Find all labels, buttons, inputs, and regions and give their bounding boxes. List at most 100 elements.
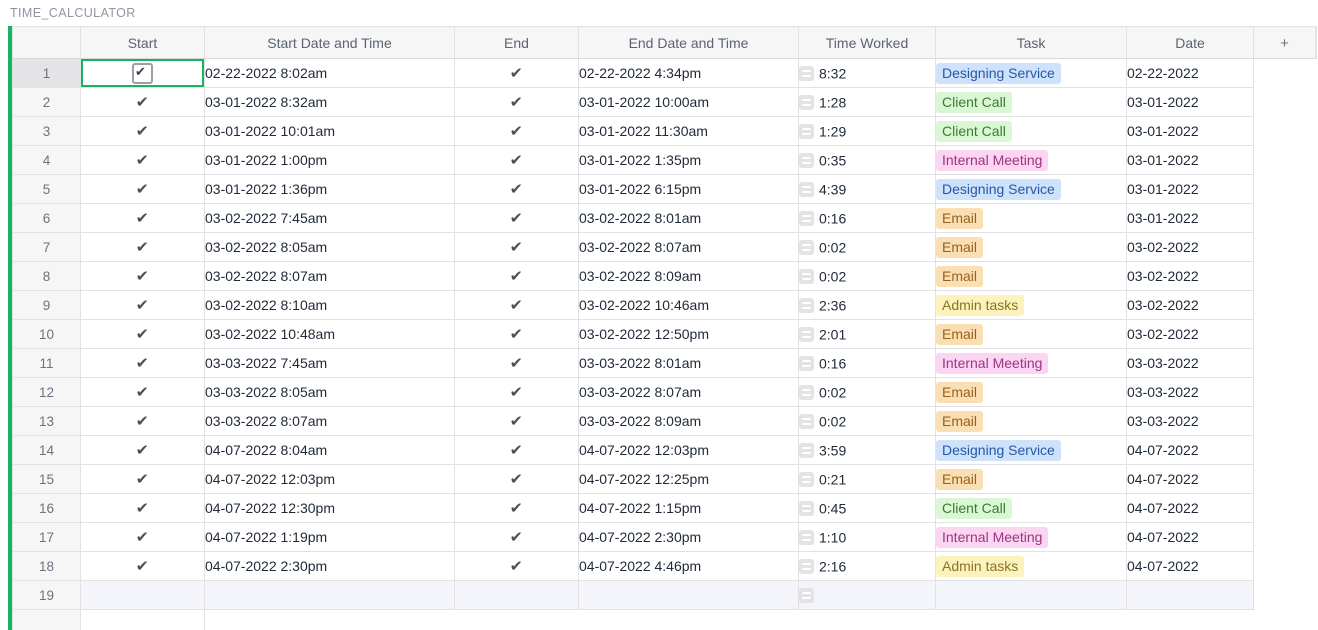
start-checkbox-cell[interactable]: ✔ [81, 262, 205, 291]
start-date-time-cell[interactable]: 04-07-2022 12:30pm [205, 494, 455, 523]
end-checkbox-cell[interactable]: ✔ [455, 320, 579, 349]
task-cell[interactable]: Email [936, 233, 1127, 262]
start-checkbox-cell[interactable]: ✔ [81, 233, 205, 262]
end-checkbox-cell[interactable]: ✔ [455, 146, 579, 175]
end-checkbox-cell[interactable]: ✔ [455, 291, 579, 320]
end-checkbox-cell[interactable]: ✔ [455, 407, 579, 436]
task-cell[interactable]: Email [936, 378, 1127, 407]
time-worked-cell[interactable]: 0:16 [799, 349, 936, 378]
time-worked-cell[interactable]: 0:35 [799, 146, 936, 175]
time-worked-cell[interactable]: 1:10 [799, 523, 936, 552]
time-worked-cell[interactable]: 0:02 [799, 262, 936, 291]
date-cell[interactable]: 03-03-2022 [1127, 407, 1254, 436]
date-cell[interactable]: 03-01-2022 [1127, 175, 1254, 204]
end-date-time-cell[interactable]: 04-07-2022 4:46pm [579, 552, 799, 581]
task-cell[interactable]: Email [936, 262, 1127, 291]
table-row[interactable]: 9✔03-02-2022 8:10am✔03-02-2022 10:46am2:… [13, 291, 1317, 320]
time-worked-cell[interactable]: 0:02 [799, 407, 936, 436]
start-date-time-cell[interactable]: 04-07-2022 2:30pm [205, 552, 455, 581]
row-number[interactable]: 11 [13, 349, 81, 378]
column-header-time-worked[interactable]: Time Worked [799, 27, 936, 59]
end-checkbox-cell[interactable]: ✔ [455, 436, 579, 465]
time-worked-cell[interactable]: 2:16 [799, 552, 936, 581]
end-checkbox-cell[interactable]: ✔ [455, 204, 579, 233]
table-row[interactable]: 15✔04-07-2022 12:03pm✔04-07-2022 12:25pm… [13, 465, 1317, 494]
end-date-time-cell[interactable]: 04-07-2022 1:15pm [579, 494, 799, 523]
end-checkbox-cell[interactable]: ✔ [455, 523, 579, 552]
row-number[interactable]: 3 [13, 117, 81, 146]
start-checkbox-cell[interactable]: ✔ [81, 291, 205, 320]
task-cell[interactable]: Client Call [936, 117, 1127, 146]
end-date-time-cell[interactable]: 03-01-2022 1:35pm [579, 146, 799, 175]
row-number[interactable]: 18 [13, 552, 81, 581]
start-date-time-cell[interactable]: 02-22-2022 8:02am [205, 59, 455, 88]
task-cell[interactable]: Internal Meeting [936, 523, 1127, 552]
table-row[interactable]: 14✔04-07-2022 8:04am✔04-07-2022 12:03pm3… [13, 436, 1317, 465]
date-cell[interactable]: 03-01-2022 [1127, 117, 1254, 146]
start-checkbox-cell[interactable]: ✔ [81, 552, 205, 581]
end-date-time-cell[interactable]: 03-02-2022 8:07am [579, 233, 799, 262]
end-checkbox-cell[interactable]: ✔ [455, 349, 579, 378]
table-row[interactable]: 102-22-2022 8:02am✔02-22-2022 4:34pm8:32… [13, 59, 1317, 88]
end-date-time-cell[interactable]: 03-03-2022 8:01am [579, 349, 799, 378]
row-number[interactable]: 8 [13, 262, 81, 291]
start-date-time-cell[interactable]: 03-02-2022 8:05am [205, 233, 455, 262]
end-checkbox-cell[interactable]: ✔ [455, 59, 579, 88]
end-date-time-cell[interactable]: 03-02-2022 10:46am [579, 291, 799, 320]
end-checkbox-cell[interactable]: ✔ [455, 175, 579, 204]
column-header-start-date-time[interactable]: Start Date and Time [205, 27, 455, 59]
end-date-time-cell[interactable]: 02-22-2022 4:34pm [579, 59, 799, 88]
start-checkbox-cell[interactable]: ✔ [81, 465, 205, 494]
task-cell[interactable]: Client Call [936, 494, 1127, 523]
table-row[interactable]: 10✔03-02-2022 10:48am✔03-02-2022 12:50pm… [13, 320, 1317, 349]
date-cell[interactable]: 03-02-2022 [1127, 233, 1254, 262]
task-cell[interactable]: Email [936, 204, 1127, 233]
row-number[interactable]: 19 [13, 581, 81, 610]
task-cell[interactable]: Email [936, 407, 1127, 436]
start-checkbox-cell[interactable]: ✔ [81, 349, 205, 378]
end-date-time-cell[interactable]: 03-01-2022 6:15pm [579, 175, 799, 204]
row-number[interactable]: 16 [13, 494, 81, 523]
end-checkbox-cell[interactable]: ✔ [455, 233, 579, 262]
start-date-time-cell[interactable] [205, 581, 455, 610]
table-row[interactable]: 13✔03-03-2022 8:07am✔03-03-2022 8:09am0:… [13, 407, 1317, 436]
date-cell[interactable]: 03-01-2022 [1127, 146, 1254, 175]
start-date-time-cell[interactable]: 03-01-2022 8:32am [205, 88, 455, 117]
table-row[interactable]: 6✔03-02-2022 7:45am✔03-02-2022 8:01am0:1… [13, 204, 1317, 233]
start-checkbox-cell[interactable]: ✔ [81, 523, 205, 552]
column-header-date[interactable]: Date [1127, 27, 1254, 59]
end-date-time-cell[interactable]: 03-03-2022 8:09am [579, 407, 799, 436]
date-cell[interactable]: 04-07-2022 [1127, 465, 1254, 494]
start-checkbox-cell[interactable]: ✔ [81, 204, 205, 233]
table-row[interactable]: 5✔03-01-2022 1:36pm✔03-01-2022 6:15pm4:3… [13, 175, 1317, 204]
task-cell[interactable]: Designing Service [936, 59, 1127, 88]
end-date-time-cell[interactable]: 04-07-2022 12:03pm [579, 436, 799, 465]
end-checkbox-cell[interactable] [455, 581, 579, 610]
task-cell[interactable]: Admin tasks [936, 552, 1127, 581]
row-number[interactable]: 7 [13, 233, 81, 262]
start-checkbox-cell[interactable]: ✔ [81, 117, 205, 146]
start-date-time-cell[interactable]: 04-07-2022 12:03pm [205, 465, 455, 494]
start-checkbox-cell[interactable]: ✔ [81, 494, 205, 523]
time-worked-cell[interactable]: 0:02 [799, 233, 936, 262]
column-header-task[interactable]: Task [936, 27, 1127, 59]
end-date-time-cell[interactable]: 03-03-2022 8:07am [579, 378, 799, 407]
table-row[interactable]: 2✔03-01-2022 8:32am✔03-01-2022 10:00am1:… [13, 88, 1317, 117]
end-date-time-cell[interactable]: 03-01-2022 11:30am [579, 117, 799, 146]
time-worked-cell[interactable]: 4:39 [799, 175, 936, 204]
row-number[interactable]: 9 [13, 291, 81, 320]
table-row[interactable]: 11✔03-03-2022 7:45am✔03-03-2022 8:01am0:… [13, 349, 1317, 378]
row-number[interactable]: 5 [13, 175, 81, 204]
start-checkbox-cell[interactable]: ✔ [81, 436, 205, 465]
end-date-time-cell[interactable]: 03-02-2022 8:09am [579, 262, 799, 291]
row-number[interactable]: 13 [13, 407, 81, 436]
table-row[interactable]: 4✔03-01-2022 1:00pm✔03-01-2022 1:35pm0:3… [13, 146, 1317, 175]
column-header-end-date-time[interactable]: End Date and Time [579, 27, 799, 59]
task-cell[interactable]: Internal Meeting [936, 349, 1127, 378]
table-row[interactable]: 7✔03-02-2022 8:05am✔03-02-2022 8:07am0:0… [13, 233, 1317, 262]
start-date-time-cell[interactable]: 03-01-2022 1:00pm [205, 146, 455, 175]
time-worked-cell[interactable]: 3:59 [799, 436, 936, 465]
time-worked-cell[interactable]: 1:29 [799, 117, 936, 146]
date-cell[interactable]: 03-02-2022 [1127, 262, 1254, 291]
end-date-time-cell[interactable] [579, 581, 799, 610]
